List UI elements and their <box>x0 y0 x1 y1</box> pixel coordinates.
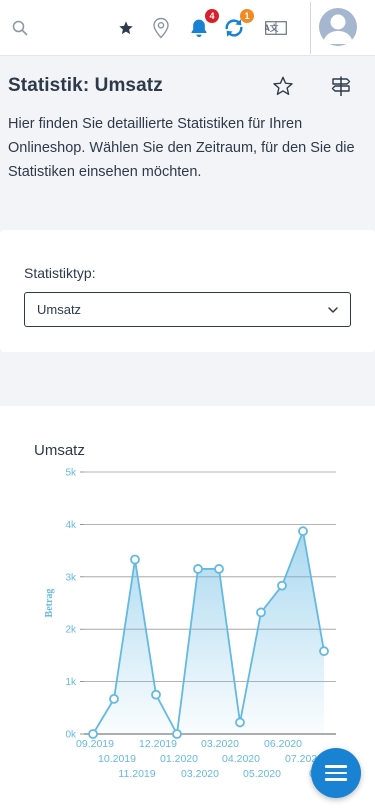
favorite-button[interactable] <box>272 75 294 97</box>
statistics-type-label: Statistiktyp: <box>24 265 96 281</box>
menu-icon-bar <box>325 765 347 768</box>
map-pin-icon[interactable] <box>149 16 173 40</box>
x-tick-label: 10.2019 <box>98 753 136 765</box>
y-tick-label: 2k <box>65 625 77 636</box>
menu-icon-bar <box>325 771 347 775</box>
data-point <box>151 689 161 700</box>
bell-icon[interactable]: 4 <box>187 9 219 40</box>
language-label: A文 <box>265 23 279 34</box>
sync-icon[interactable]: 1 <box>222 9 254 40</box>
page-title: Statistik: Umsatz <box>8 75 163 96</box>
series-area <box>93 531 324 734</box>
menu-icon-bar <box>325 778 347 781</box>
x-tick-label: 04.2020 <box>222 753 260 765</box>
statistics-type-card: Statistiktyp: Umsatz <box>0 230 375 352</box>
data-point <box>235 717 245 728</box>
data-point <box>172 729 182 739</box>
signpost-icon[interactable] <box>330 75 352 97</box>
statistics-type-value: Umsatz <box>37 302 82 317</box>
search-icon[interactable] <box>8 16 32 40</box>
x-tick-label: 11.2019 <box>118 768 155 780</box>
translate-icon[interactable]: A文 <box>264 16 288 40</box>
x-tick-label: 03.2020 <box>201 738 239 750</box>
y-tick-label: 5k <box>65 468 77 479</box>
data-point <box>298 526 308 537</box>
data-point <box>88 729 98 739</box>
revenue-chart: 0k1k2k3k4k5kBetrag09.201910.201911.20191… <box>44 468 336 780</box>
x-tick-label: 06.2020 <box>264 738 302 750</box>
y-tick-label: 4k <box>65 520 77 531</box>
y-axis-label: Betrag <box>44 589 55 618</box>
star-icon[interactable] <box>114 16 138 40</box>
data-point <box>109 693 119 704</box>
data-point <box>214 564 224 574</box>
topbar-divider <box>310 2 311 54</box>
chevron-down-icon <box>328 307 338 313</box>
x-tick-label: 12.2019 <box>139 738 177 750</box>
statistics-type-select[interactable]: Umsatz <box>24 292 351 327</box>
x-tick-label: 03.2020 <box>181 768 219 780</box>
sync-badge: 1 <box>240 9 254 23</box>
page-header: Statistik: Umsatz Hier finden Sie detail… <box>0 57 375 210</box>
data-point <box>256 607 266 618</box>
avatar[interactable] <box>319 8 357 46</box>
data-point <box>319 646 329 657</box>
x-tick-label: 05.2020 <box>243 768 281 780</box>
data-point <box>130 554 140 565</box>
notification-badge: 4 <box>205 9 219 23</box>
y-tick-label: 1k <box>65 677 77 688</box>
y-tick-label: 3k <box>65 572 77 583</box>
page-description: Hier finden Sie detaillierte Statistiken… <box>8 116 355 180</box>
x-tick-label: 01.2020 <box>160 753 198 765</box>
x-tick-label: 09.2019 <box>76 738 114 750</box>
menu-button[interactable] <box>311 748 361 798</box>
top-bar: 4 1 A文 <box>0 0 375 56</box>
data-point <box>277 580 287 591</box>
data-point <box>193 564 203 574</box>
